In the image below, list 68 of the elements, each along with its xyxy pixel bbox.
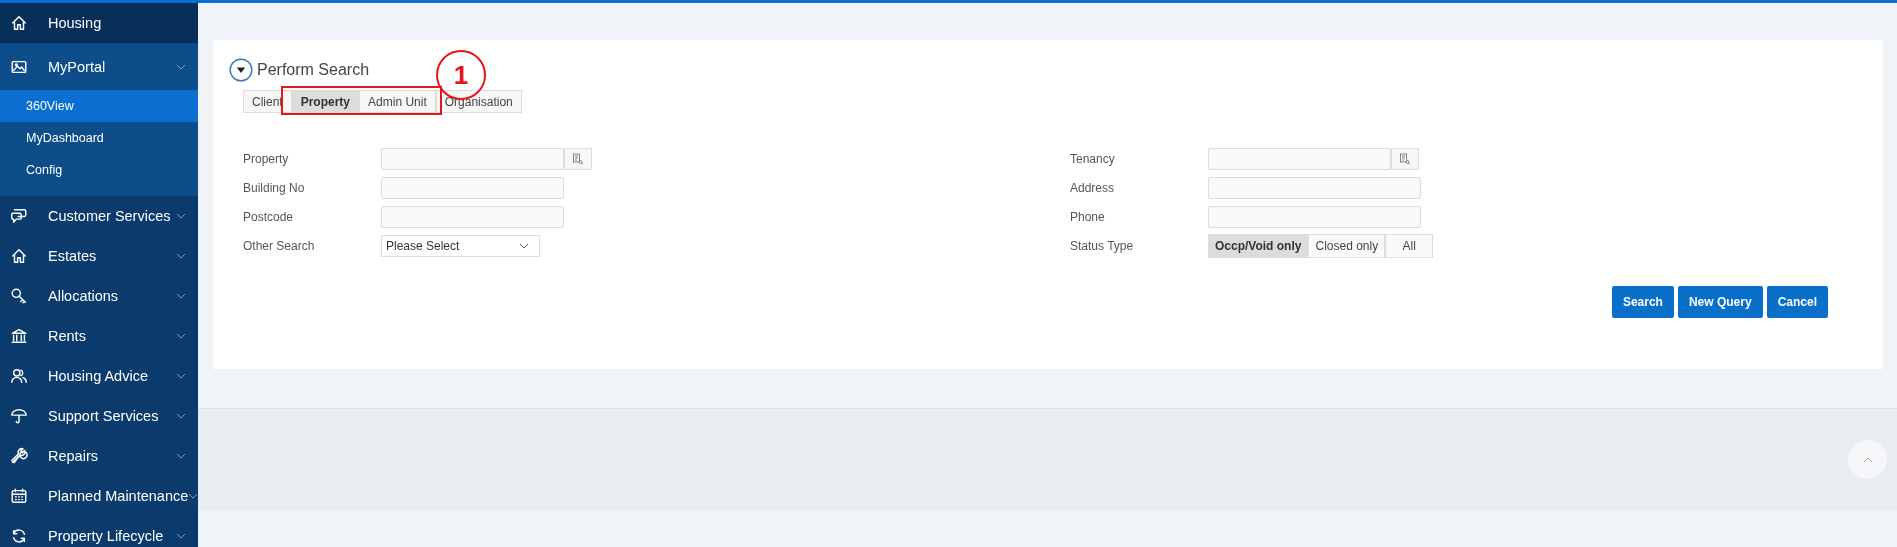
sidebar-item[interactable]: Support Services: [0, 396, 198, 436]
field-label: Phone: [1070, 210, 1106, 224]
key-icon: [10, 287, 28, 305]
select-dropdown[interactable]: Please Select: [381, 235, 540, 257]
lookup-button[interactable]: [564, 148, 592, 170]
calendar-icon: [10, 487, 28, 505]
field-label: Postcode: [243, 210, 295, 224]
lookup-icon: [1399, 153, 1411, 165]
umbrella-icon: [10, 407, 28, 425]
home-icon: [10, 247, 28, 265]
chevron-down-icon: [176, 333, 186, 339]
chevron-down-icon: [176, 413, 186, 419]
chevron-down-icon: [176, 253, 186, 259]
sidebar-item[interactable]: Allocations: [0, 276, 198, 316]
chevron-down-icon: [176, 453, 186, 459]
sidebar-item[interactable]: MyPortal: [0, 43, 198, 90]
sidebar-item[interactable]: Repairs: [0, 436, 198, 476]
action-button[interactable]: New Query: [1677, 286, 1763, 318]
lookup-button[interactable]: [1391, 148, 1419, 170]
tab[interactable]: Client: [243, 90, 292, 113]
sidebar-item[interactable]: Estates: [0, 236, 198, 276]
sidebar-item[interactable]: Housing Advice: [0, 356, 198, 396]
sidebar-item[interactable]: Housing: [0, 3, 198, 43]
lookup-icon: [572, 153, 584, 165]
sidebar-subitem[interactable]: MyDashboard: [0, 122, 198, 154]
input-field[interactable]: [1208, 148, 1391, 170]
sidebar-item[interactable]: Rents: [0, 316, 198, 356]
sidebar-item[interactable]: Property Lifecycle: [0, 516, 198, 547]
input-field[interactable]: [381, 148, 564, 170]
chevron-down-icon: [176, 533, 186, 539]
home-icon: [10, 14, 28, 32]
segment-option[interactable]: All: [1385, 234, 1434, 258]
field-label: Status Type: [1070, 239, 1135, 253]
bank-icon: [10, 327, 28, 345]
chat-icon: [10, 207, 28, 225]
input-field[interactable]: [381, 206, 564, 228]
collapse-toggle[interactable]: [229, 58, 253, 82]
field-label: Tenancy: [1070, 152, 1116, 166]
action-button[interactable]: Search: [1611, 286, 1674, 318]
segment-option[interactable]: Closed only: [1308, 234, 1386, 258]
segment-option[interactable]: Occp/Void only: [1208, 234, 1309, 258]
chevron-down-icon: [176, 63, 186, 70]
scroll-to-top-button[interactable]: [1848, 440, 1887, 479]
chevron-down-icon: [188, 493, 198, 499]
sidebar-subitem[interactable]: Config: [0, 154, 198, 186]
field-label: Property: [243, 152, 290, 166]
caret-down-icon: [229, 58, 253, 82]
chevron-down-icon: [176, 213, 186, 219]
tab[interactable]: Property: [291, 90, 360, 113]
panel-title: Perform Search: [257, 61, 370, 79]
action-button[interactable]: Cancel: [1766, 286, 1828, 318]
chevron-down-icon: [519, 243, 529, 249]
people-icon: [10, 367, 28, 385]
input-field[interactable]: [1208, 177, 1421, 199]
chevron-up-icon: [1862, 456, 1873, 463]
field-label: Address: [1070, 181, 1116, 195]
field-label: Building No: [243, 181, 306, 195]
input-field[interactable]: [381, 177, 564, 199]
chevron-down-icon: [176, 293, 186, 299]
refresh-icon: [10, 527, 28, 545]
sidebar-item[interactable]: Customer Services: [0, 196, 198, 236]
sidebar-item[interactable]: Planned Maintenance: [0, 476, 198, 516]
field-label: Other Search: [243, 239, 316, 253]
chevron-down-icon: [176, 373, 186, 379]
wrench-icon: [10, 447, 28, 465]
tab[interactable]: Admin Unit: [359, 90, 436, 113]
sidebar-subitem[interactable]: 360View: [0, 90, 198, 122]
input-field[interactable]: [1208, 206, 1421, 228]
